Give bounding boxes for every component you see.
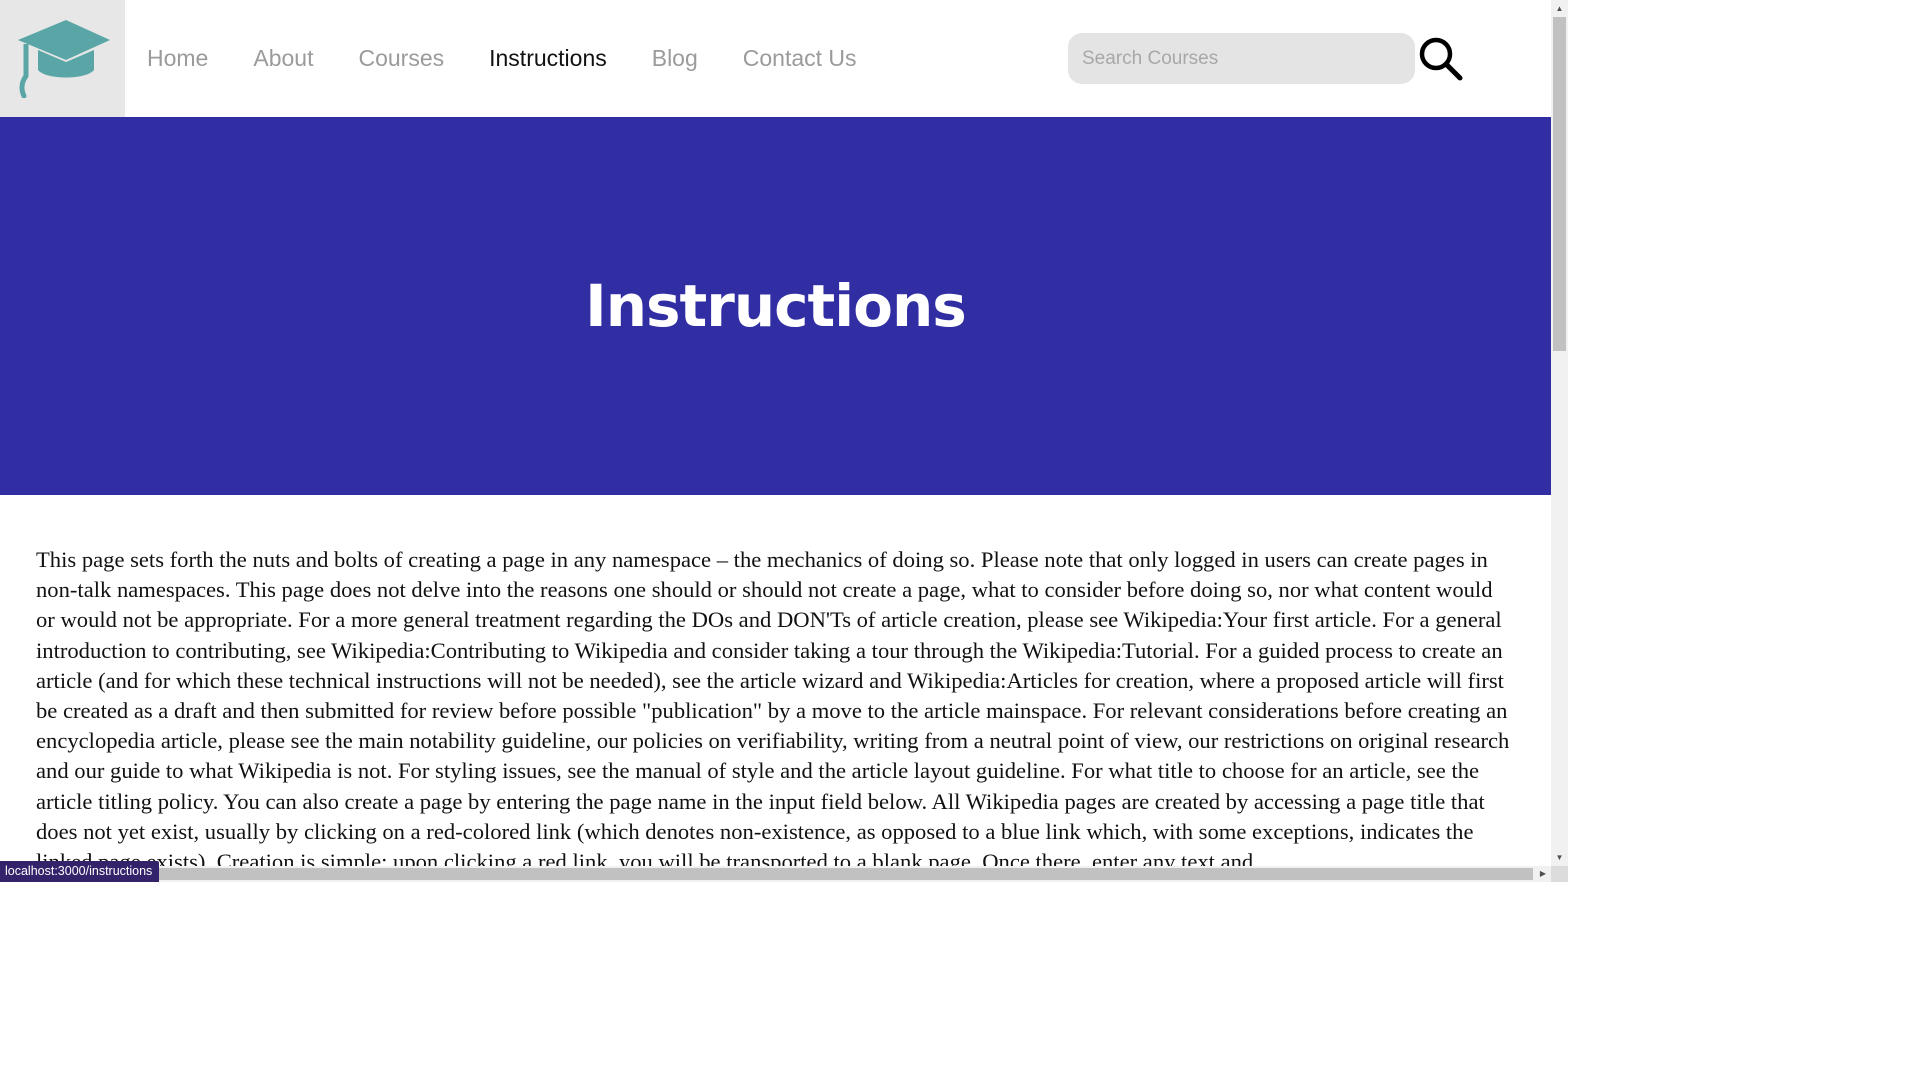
scroll-right-arrow-icon[interactable]: ▶ <box>1535 866 1551 882</box>
horizontal-scroll-thumb[interactable] <box>0 868 1533 880</box>
vertical-scroll-thumb[interactable] <box>1553 17 1566 351</box>
logo[interactable] <box>0 0 125 117</box>
site-header: Home About Courses Instructions Blog Con… <box>0 0 1551 117</box>
vertical-scrollbar[interactable]: ▲ ▼ <box>1551 0 1568 866</box>
graduation-cap-icon <box>18 20 110 98</box>
page-title: Instructions <box>585 272 967 340</box>
nav-blog[interactable]: Blog <box>652 47 698 70</box>
scrollbar-corner <box>1551 866 1568 882</box>
main-nav: Home About Courses Instructions Blog Con… <box>147 0 902 117</box>
search-input[interactable] <box>1068 33 1415 84</box>
nav-instructions[interactable]: Instructions <box>489 47 607 70</box>
nav-contact-us[interactable]: Contact Us <box>743 47 857 70</box>
status-bar-url: localhost:3000/instructions <box>0 861 160 882</box>
hero-banner: Instructions <box>0 117 1551 495</box>
search-icon <box>1419 37 1463 81</box>
main-content: This page sets forth the nuts and bolts … <box>36 545 1514 877</box>
scroll-up-arrow-icon[interactable]: ▲ <box>1551 0 1568 17</box>
horizontal-scrollbar[interactable]: ▶ <box>0 866 1551 882</box>
nav-about[interactable]: About <box>253 47 313 70</box>
nav-home[interactable]: Home <box>147 47 208 70</box>
instructions-paragraph: This page sets forth the nuts and bolts … <box>36 547 1510 875</box>
scroll-down-arrow-icon[interactable]: ▼ <box>1551 849 1568 866</box>
nav-courses[interactable]: Courses <box>358 47 444 70</box>
search-button[interactable] <box>1418 36 1464 82</box>
